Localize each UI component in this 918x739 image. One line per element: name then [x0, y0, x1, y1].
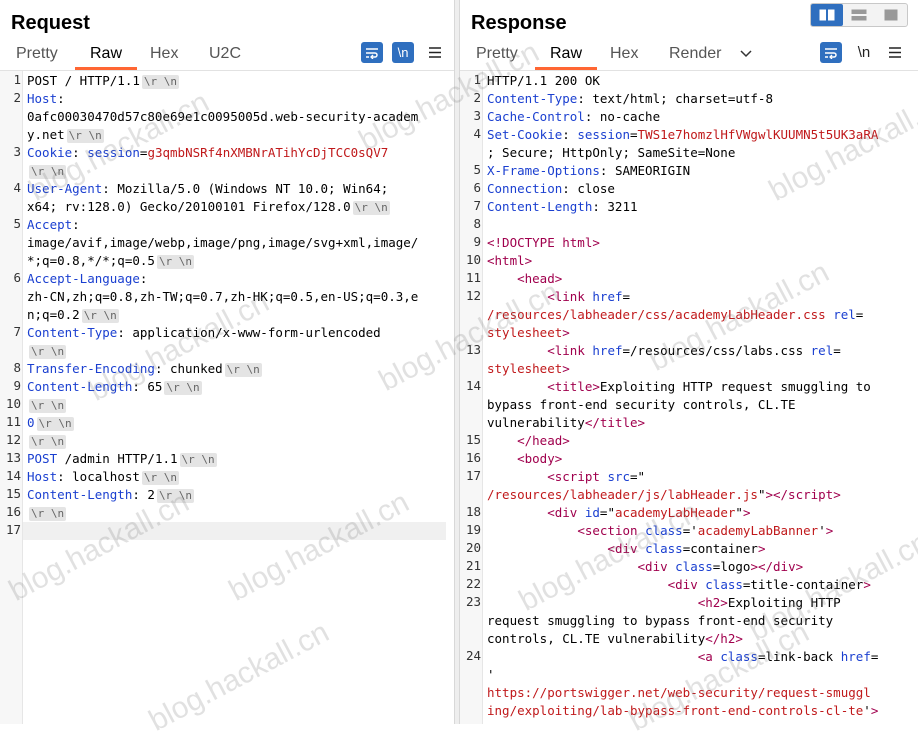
hamburger-menu-icon [889, 47, 901, 58]
tab-u2c[interactable]: U2C [209, 45, 241, 63]
tab-raw[interactable]: Raw [90, 45, 122, 63]
wrap-lines-icon [366, 47, 378, 59]
wrap-lines-button[interactable] [820, 42, 842, 63]
response-title: Response [471, 12, 567, 34]
response-editor[interactable]: 1 HTTP/1.1 200 OK 2 Content-Type: text/htm… [460, 70, 918, 724]
wrap-lines-button[interactable] [361, 42, 383, 63]
request-pane: Request Pretty Raw Hex U2C \n 1 POST / HT… [0, 0, 454, 724]
layout-side-by-side-button[interactable] [811, 4, 843, 26]
layout-stacked-button[interactable] [843, 4, 875, 26]
response-menu-button[interactable] [884, 42, 906, 63]
tab-pretty[interactable]: Pretty [16, 45, 58, 63]
tab-pretty[interactable]: Pretty [476, 45, 518, 63]
chevron-down-icon [740, 50, 752, 58]
layout-single-button[interactable] [875, 4, 907, 26]
show-newlines-button[interactable]: \n [853, 42, 875, 63]
tabs-dropdown-button[interactable] [740, 46, 752, 64]
layout-switcher [810, 3, 908, 27]
tab-hex[interactable]: Hex [150, 45, 178, 63]
response-tabs: Pretty Raw Hex Render [460, 42, 918, 70]
show-newlines-button[interactable]: \n [392, 42, 414, 63]
single-pane-icon [884, 9, 898, 21]
tab-hex[interactable]: Hex [610, 45, 638, 63]
tab-raw[interactable]: Raw [550, 45, 582, 63]
wrap-lines-icon [825, 47, 837, 59]
request-line: POST / HTTP/1.1 \r \n [27, 73, 180, 89]
request-editor[interactable]: 1 POST / HTTP/1.1 \r \n 2 Host: 0afc0003047… [0, 70, 454, 724]
tab-render[interactable]: Render [669, 45, 721, 63]
request-title: Request [11, 12, 90, 34]
request-tabs: Pretty Raw Hex U2C [0, 42, 454, 70]
request-menu-button[interactable] [424, 42, 446, 63]
current-line-highlight [23, 522, 446, 540]
rows-icon [851, 9, 867, 21]
response-pane: Response Pretty Raw Hex Render \n 1 HTTP/… [460, 0, 918, 724]
columns-icon [819, 9, 835, 21]
hamburger-menu-icon [429, 47, 441, 58]
